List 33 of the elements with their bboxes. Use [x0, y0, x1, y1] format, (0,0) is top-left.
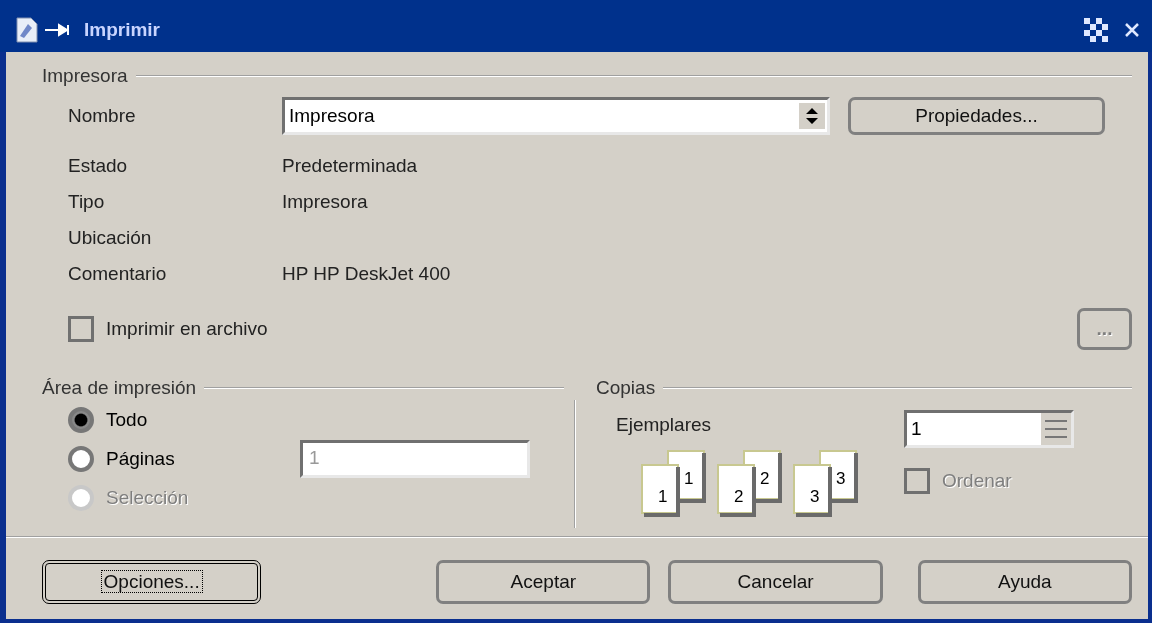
radio-button[interactable]: [68, 445, 94, 472]
section-title: Impresora: [42, 65, 128, 87]
section-title: Copias: [596, 377, 656, 399]
info-label: Ubicación: [68, 227, 153, 249]
checkbox-label: Imprimir en archivo: [106, 318, 268, 340]
info-value: HP HP DeskJet 400: [282, 263, 451, 285]
printer-dropdown[interactable]: Impresora: [282, 97, 830, 135]
field-label: Nombre: [68, 105, 137, 127]
info-label: Estado: [68, 155, 129, 177]
dialog-button[interactable]: Aceptar: [436, 560, 651, 604]
section-title: Área de impresión: [42, 377, 197, 399]
dialog-button[interactable]: Cancelar: [668, 560, 883, 604]
radio-button[interactable]: [68, 406, 94, 433]
properties-button[interactable]: Propiedades...: [848, 97, 1105, 135]
field-label: Ejemplares: [616, 414, 713, 436]
copies-spinbox[interactable]: 1: [904, 410, 1074, 448]
checkbox-label: Ordenar: [942, 470, 1012, 492]
collate-drawing: 1 1 2 2 3 3: [640, 448, 862, 520]
document-icon: [14, 16, 40, 44]
radio-label: Páginas: [106, 447, 175, 470]
info-label: Comentario: [68, 263, 168, 285]
info-value: Predeterminada: [282, 155, 418, 177]
info-label: Tipo: [68, 191, 106, 213]
info-value: Impresora: [282, 191, 368, 213]
dialog-button[interactable]: Opciones...: [42, 560, 262, 604]
radio-label: Todo: [106, 408, 148, 431]
window-title: Imprimir: [84, 19, 162, 41]
dropdown-icon[interactable]: [799, 103, 825, 129]
spin-arrows-icon[interactable]: [1041, 413, 1071, 445]
checkbox[interactable]: [68, 316, 94, 342]
checkered-icon[interactable]: [1082, 16, 1110, 44]
radio-label: Selección: [106, 486, 189, 509]
dialog-button[interactable]: Ayuda: [917, 560, 1132, 604]
